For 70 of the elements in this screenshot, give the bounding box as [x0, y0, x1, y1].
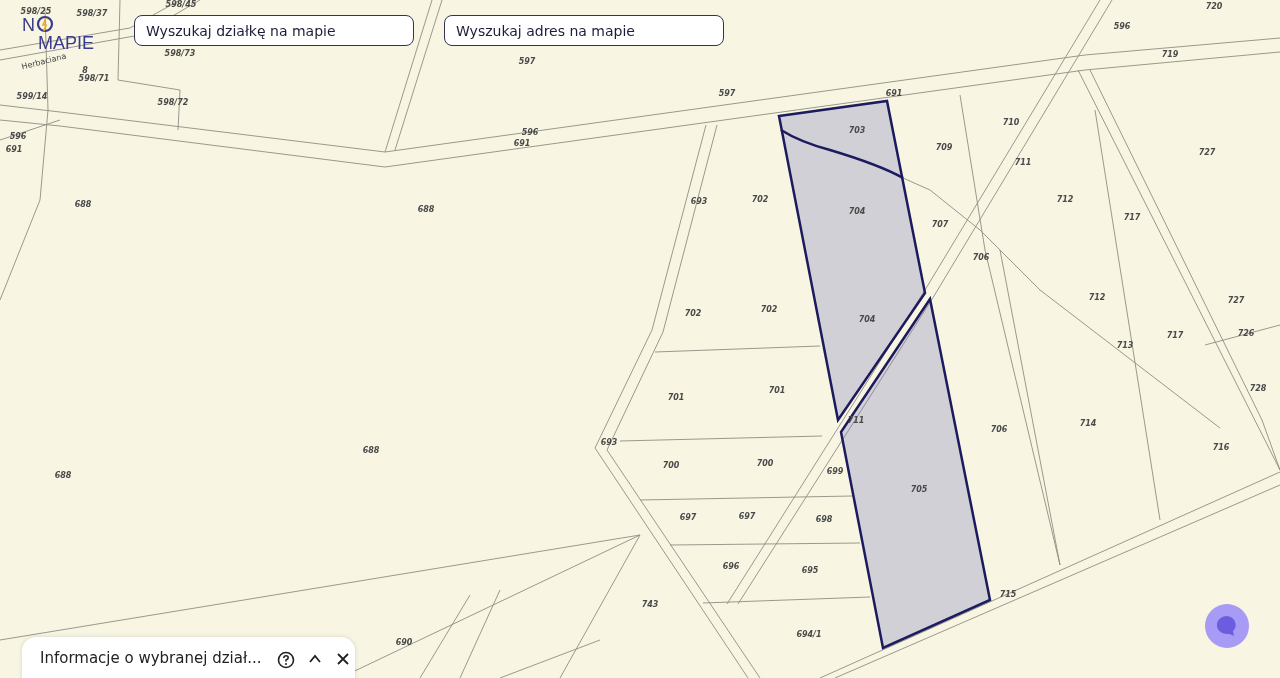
parcel-number-label: 743 — [641, 600, 659, 609]
parcel-number-label: 710 — [1002, 118, 1020, 127]
parcel-number-label: 704 — [848, 207, 866, 216]
parcel-number-label: 707 — [931, 220, 949, 229]
parcel-number-label: 688 — [417, 205, 435, 214]
parcel-number-label: 598/37 — [76, 9, 108, 18]
parcel-number-label: 706 — [990, 425, 1008, 434]
parcel-number-label: 597 — [718, 89, 736, 98]
parcel-number-label: 598/73 — [164, 49, 196, 58]
parcel-number-label: 701 — [768, 386, 786, 395]
parcel-number-label: 598/72 — [157, 98, 189, 107]
parcel-number-label: 693 — [690, 197, 708, 206]
parcel-number-label: 596 — [1113, 22, 1131, 31]
parcel-number-label: 715 — [999, 590, 1017, 599]
parcel-number-label: 596 — [521, 128, 539, 137]
parcel-number-label: 8 — [82, 66, 88, 75]
parcel-number-label: 703 — [848, 126, 866, 135]
parcel-number-label: 698 — [815, 515, 833, 524]
parcel-number-label: 717 — [1123, 213, 1141, 222]
chat-button[interactable] — [1205, 604, 1249, 648]
parcel-number-label: 709 — [935, 143, 953, 152]
panel-title: Informacje o wybranej dział... — [40, 649, 262, 667]
parcel-number-label: 700 — [662, 461, 680, 470]
parcel-number-label: 702 — [760, 305, 778, 314]
logo-text: N — [22, 17, 35, 33]
parcel-number-label: 704 — [858, 315, 876, 324]
parcel-number-label: 717 — [1166, 331, 1184, 340]
parcel-number-label: 713 — [1116, 341, 1134, 350]
parcel-number-label: 596 — [9, 132, 27, 141]
parcel-number-label: 697 — [679, 513, 697, 522]
parcel-number-label: 691 — [513, 139, 531, 148]
parcel-number-label: 727 — [1227, 296, 1245, 305]
parcel-number-label: 711 — [1014, 158, 1032, 167]
parcel-number-label: 706 — [972, 253, 990, 262]
chat-bubble-icon — [1215, 614, 1239, 638]
parcel-number-label: 716 — [1212, 443, 1230, 452]
parcel-number-label: 726 — [1237, 329, 1255, 338]
parcel-number-label: 712 — [1056, 195, 1074, 204]
parcel-number-label: 697 — [738, 512, 756, 521]
parcel-number-label: 705 — [910, 485, 928, 494]
parcel-number-label: 688 — [74, 200, 92, 209]
search-field[interactable]: Wyszukaj adres na mapie — [444, 15, 724, 46]
parcel-number-label: 702 — [751, 195, 769, 204]
parcel-number-label: 688 — [362, 446, 380, 455]
parcel-number-label: 597 — [518, 57, 536, 66]
parcel-number-label: 598/71 — [78, 74, 110, 83]
parcel-number-label: 712 — [1088, 293, 1106, 302]
parcel-number-label: 720 — [1205, 2, 1223, 11]
parcel-number-label: 691 — [885, 89, 903, 98]
parcel-number-label: 694/1 — [796, 630, 822, 639]
parcel-number-label: 701 — [667, 393, 685, 402]
parcel-number-label: 728 — [1249, 384, 1267, 393]
parcel-number-label: 702 — [684, 309, 702, 318]
parcel-number-label: 695 — [801, 566, 819, 575]
parcel-number-label: 688 — [54, 471, 72, 480]
parcel-number-label: 690 — [395, 638, 413, 647]
parcel-number-label: 699 — [826, 467, 844, 476]
search-field[interactable]: Wyszukaj działkę na mapie — [134, 15, 414, 46]
parcel-number-label: 727 — [1198, 148, 1216, 157]
parcel-number-label: 696 — [722, 562, 740, 571]
parcel-number-label: 700 — [756, 459, 774, 468]
parcel-number-label: 599/14 — [16, 92, 48, 101]
parcel-number-label: 598/25 — [20, 7, 52, 16]
parcel-number-label: 691 — [5, 145, 23, 154]
logo-text: MAPIE — [38, 33, 94, 53]
parcel-number-label: 714 — [1079, 419, 1097, 428]
parcel-number-label: 598/45 — [165, 0, 197, 9]
logo[interactable]: N MAPIE — [22, 15, 94, 51]
parcel-number-label: 693 — [600, 438, 618, 447]
parcel-number-label: 719 — [1161, 50, 1179, 59]
